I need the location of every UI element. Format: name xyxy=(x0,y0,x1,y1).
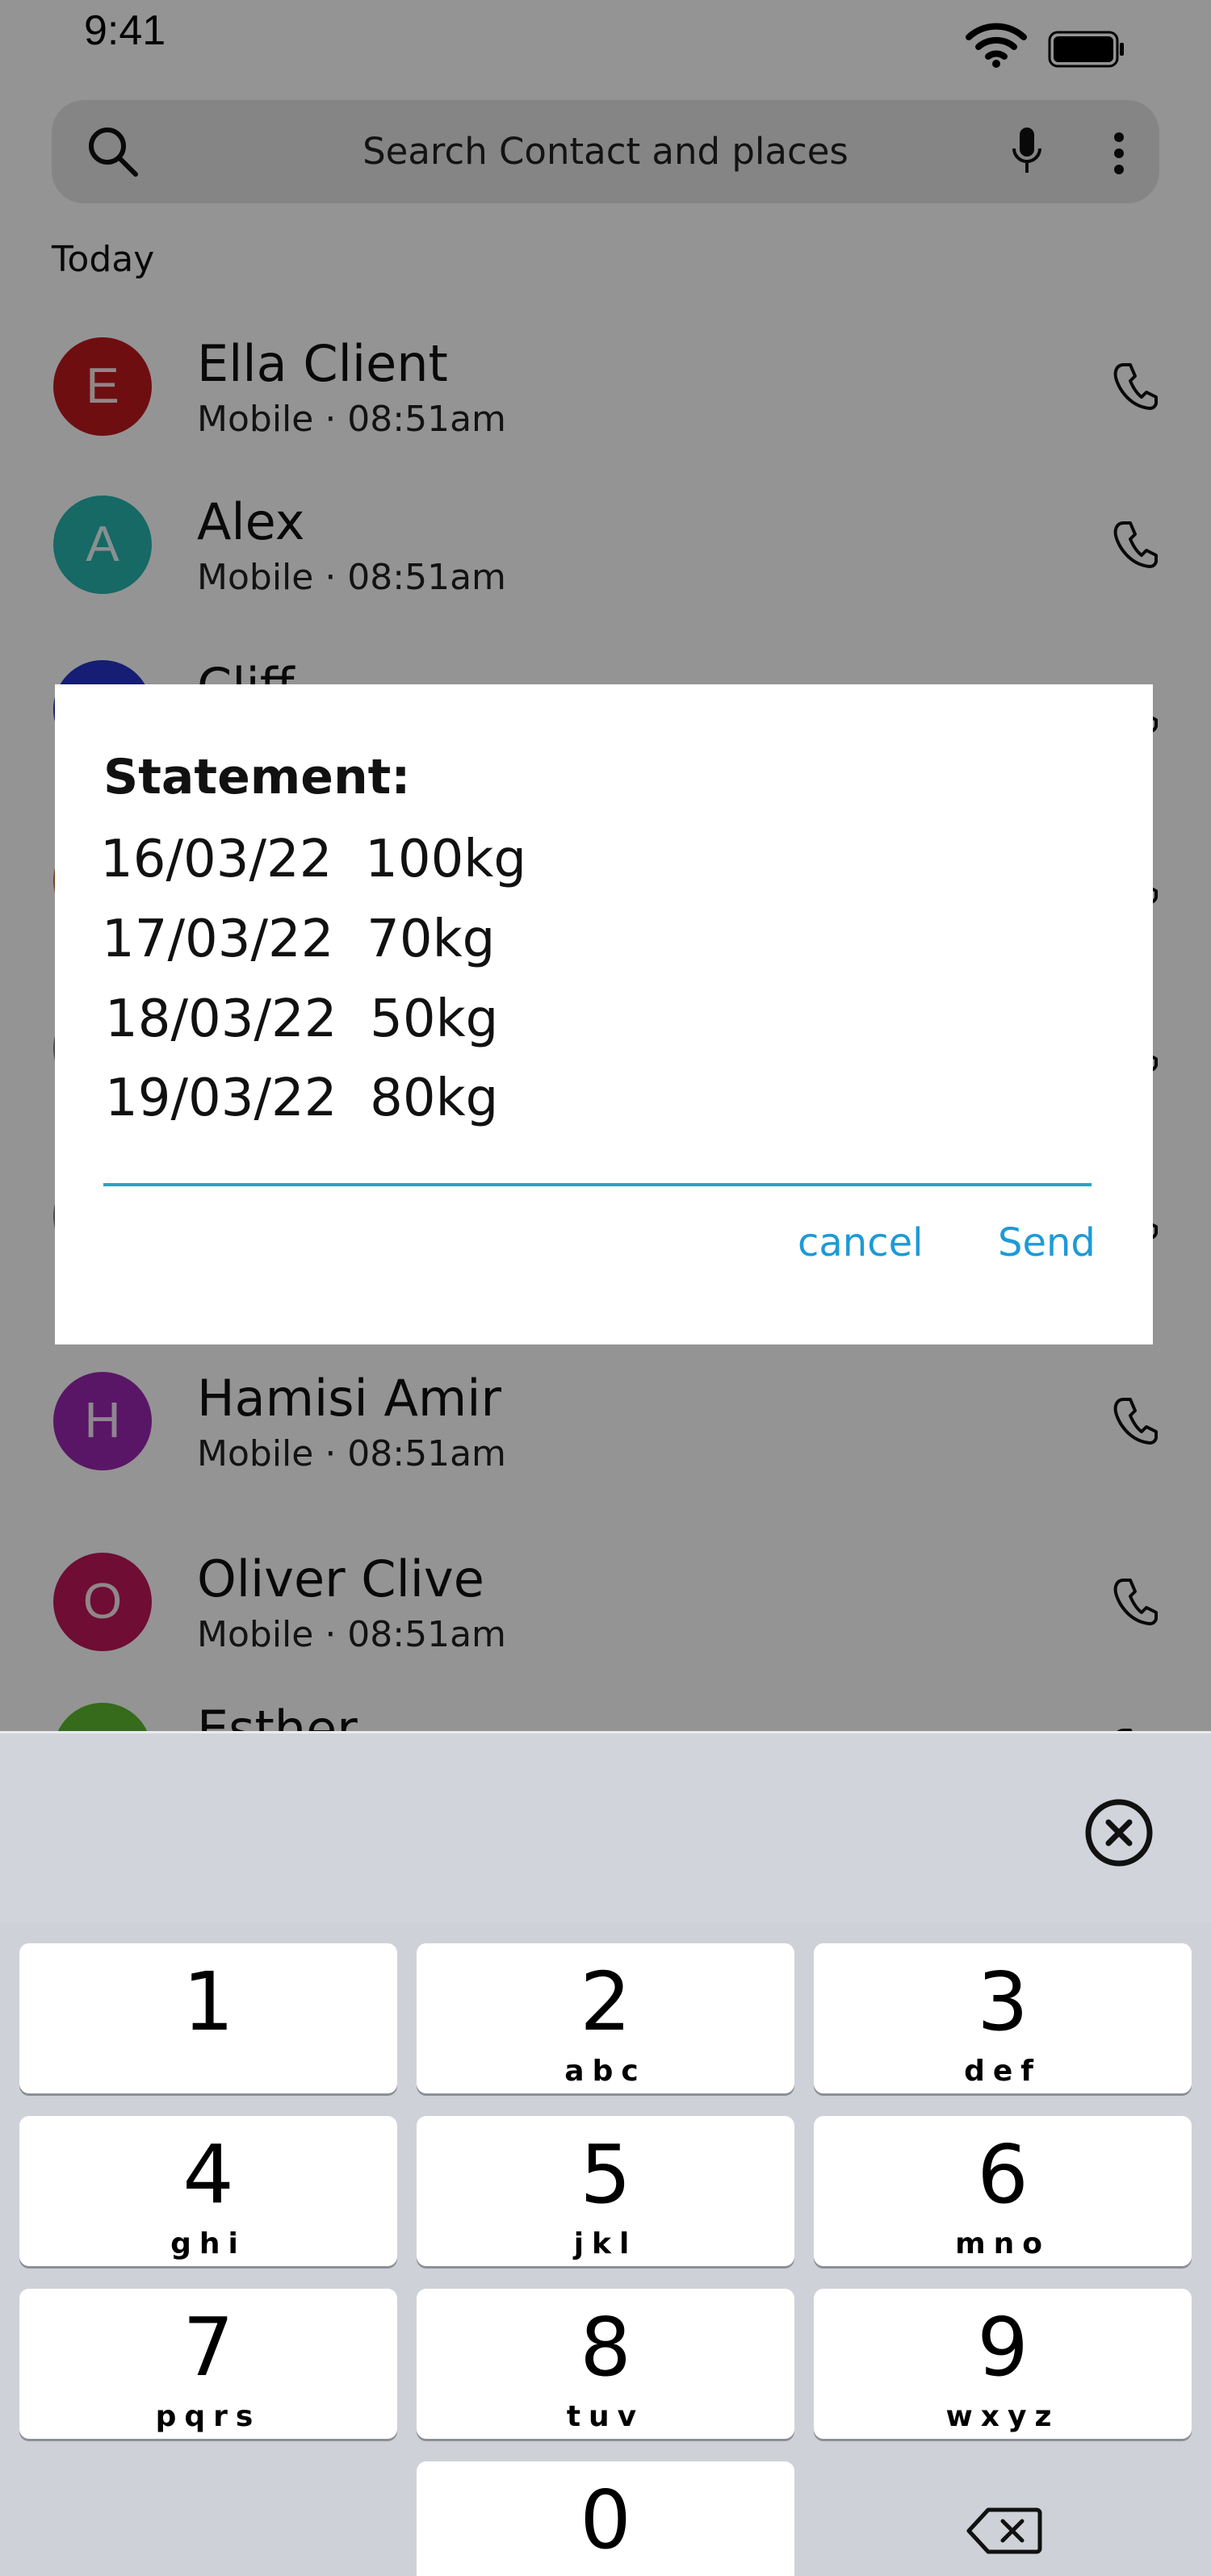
keypad-divider xyxy=(0,1731,1211,1733)
key-letters: jkl xyxy=(573,2227,638,2260)
statement-line[interactable]: 18/03/22 50kg xyxy=(105,989,498,1049)
close-circle-icon[interactable] xyxy=(1083,1797,1154,1868)
statement-line[interactable]: 19/03/22 80kg xyxy=(105,1068,498,1128)
key-digit: 4 xyxy=(182,2127,234,2222)
key-9[interactable]: 9 wxyz xyxy=(814,2289,1192,2439)
key-digit: 5 xyxy=(580,2127,631,2222)
key-digit: 9 xyxy=(977,2300,1029,2394)
backspace-icon[interactable] xyxy=(966,2505,1043,2557)
key-letters: abc xyxy=(564,2055,647,2088)
key-4[interactable]: 4 ghi xyxy=(19,2116,397,2266)
key-letters: tuv xyxy=(566,2400,645,2433)
key-letters: pqrs xyxy=(155,2400,262,2433)
key-letters: wxyz xyxy=(945,2400,1060,2433)
cancel-button[interactable]: cancel xyxy=(798,1220,923,1265)
key-letters: ghi xyxy=(170,2227,246,2260)
key-digit: 2 xyxy=(580,1955,631,2049)
key-8[interactable]: 8 tuv xyxy=(417,2289,794,2439)
key-7[interactable]: 7 pqrs xyxy=(19,2289,397,2439)
key-digit: 0 xyxy=(580,2473,631,2567)
input-underline xyxy=(103,1183,1092,1186)
key-2[interactable]: 2 abc xyxy=(417,1943,794,2093)
key-6[interactable]: 6 mno xyxy=(814,2116,1192,2266)
key-0[interactable]: 0 xyxy=(417,2461,794,2576)
key-digit: 1 xyxy=(182,1955,234,2049)
key-letters: def xyxy=(964,2055,1041,2088)
key-digit: 3 xyxy=(977,1955,1029,2049)
statement-dialog: Statement: 16/03/22 100kg 17/03/22 70kg … xyxy=(55,684,1153,1344)
key-digit: 7 xyxy=(182,2300,234,2394)
key-5[interactable]: 5 jkl xyxy=(417,2116,794,2266)
key-digit: 6 xyxy=(977,2127,1029,2222)
key-digit: 8 xyxy=(580,2300,631,2394)
key-1[interactable]: 1 xyxy=(19,1943,397,2093)
key-3[interactable]: 3 def xyxy=(814,1943,1192,2093)
send-button[interactable]: Send xyxy=(998,1220,1096,1265)
statement-line[interactable]: 16/03/22 100kg xyxy=(100,830,526,889)
key-letters: mno xyxy=(955,2227,1050,2260)
statement-line[interactable]: 17/03/22 70kg xyxy=(102,910,495,969)
dialog-title: Statement: xyxy=(103,749,411,805)
